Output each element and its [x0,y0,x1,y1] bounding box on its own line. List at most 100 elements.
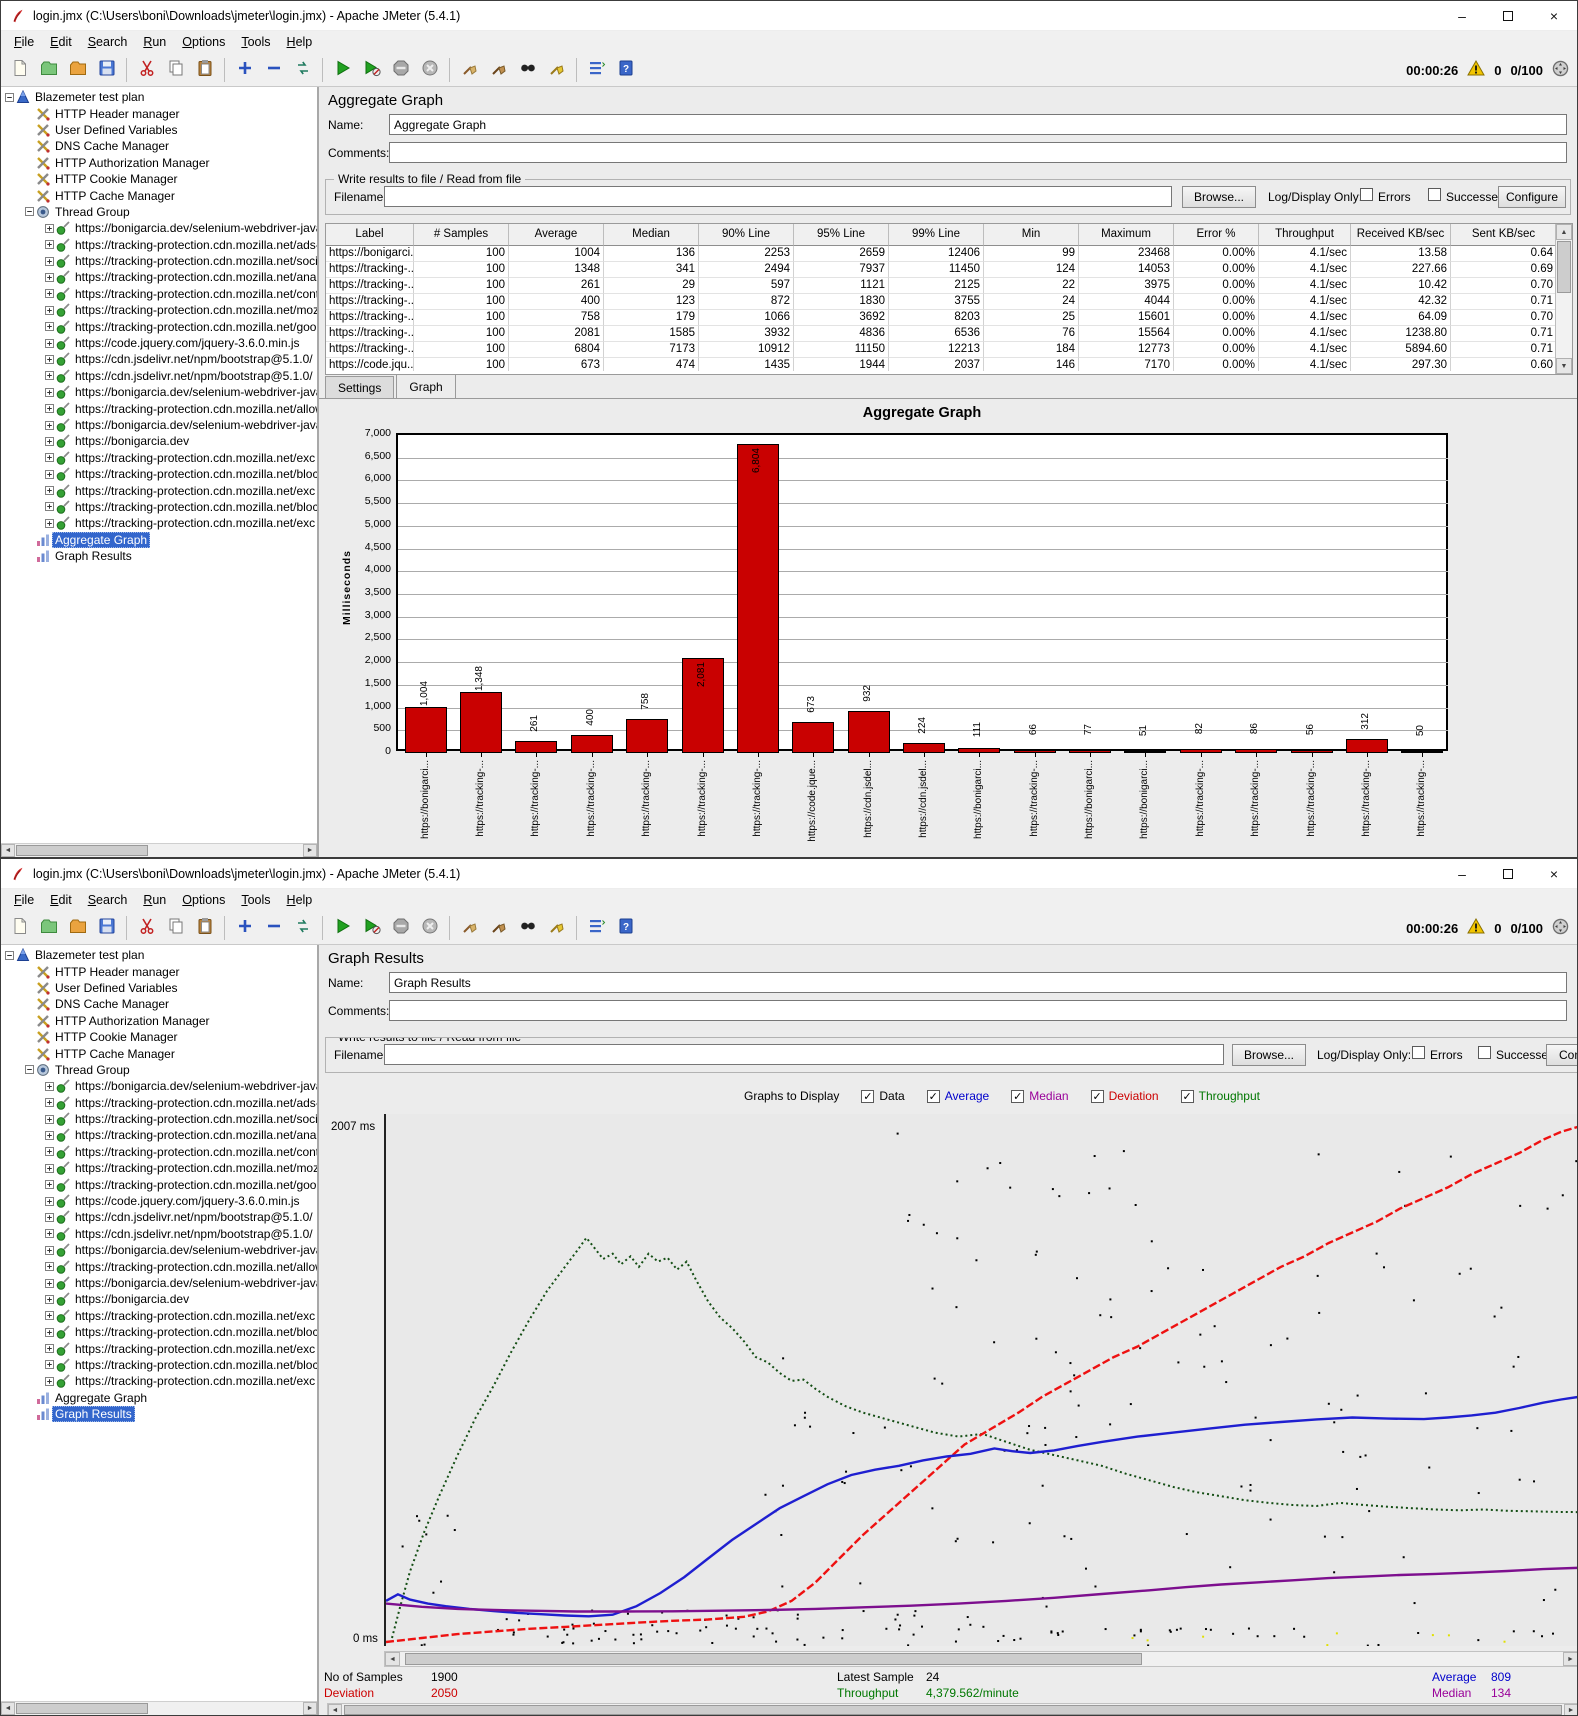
tree-item-sampler-19[interactable]: https://tracking-protection.cdn.mozilla.… [1,515,317,531]
tree-item-sampler-19[interactable]: https://tracking-protection.cdn.mozilla.… [1,1373,317,1389]
scrollbar-thumb[interactable] [16,845,148,856]
expand-icon[interactable] [45,1262,56,1271]
search-reset-button[interactable] [543,915,570,942]
tree-item-sampler-6[interactable]: https://tracking-protection.cdn.mozilla.… [1,1160,317,1176]
function-helper-button[interactable] [583,57,610,84]
tree-item-sampler-17[interactable]: https://tracking-protection.cdn.mozilla.… [1,1340,317,1356]
name-input[interactable] [389,972,1567,993]
copy-button[interactable] [162,57,189,84]
clear-all-button[interactable] [485,915,512,942]
header-cell-95-line[interactable]: 95% Line [794,224,889,246]
tree-item-sampler-4[interactable]: https://tracking-protection.cdn.mozilla.… [1,269,317,285]
table-row[interactable]: https://tracking-...10026129597112121252… [326,278,1572,294]
tree-item-sampler-17[interactable]: https://tracking-protection.cdn.mozilla.… [1,482,317,498]
minimize-button[interactable]: – [1439,1,1485,31]
help-button[interactable]: ? [612,57,639,84]
expand-icon[interactable] [45,404,56,413]
expand-icon[interactable] [45,421,56,430]
tree-item-http-authorization-manager[interactable]: HTTP Authorization Manager [1,155,317,171]
menu-search[interactable]: Search [80,33,136,52]
menu-run[interactable]: Run [135,33,174,52]
titlebar[interactable]: login.jmx (C:\Users\boni\Downloads\jmete… [1,859,1577,889]
expand-icon[interactable] [45,1229,56,1238]
menu-help[interactable]: Help [279,891,321,910]
tree-item-blazemeter-test-plan[interactable]: Blazemeter test plan [1,947,317,963]
stop-button[interactable] [387,57,414,84]
menu-file[interactable]: File [6,891,42,910]
menu-help[interactable]: Help [279,33,321,52]
tree-item-sampler-8[interactable]: https://code.jquery.com/jquery-3.6.0.min… [1,335,317,351]
start-button[interactable] [329,915,356,942]
collapse-icon[interactable] [5,93,16,102]
toggle-button[interactable] [289,57,316,84]
tree-item-sampler-11[interactable]: https://bonigarcia.dev/selenium-webdrive… [1,384,317,400]
save-button[interactable] [93,57,120,84]
tree-item-sampler-1[interactable]: https://bonigarcia.dev/selenium-webdrive… [1,220,317,236]
close-button[interactable]: × [1531,1,1577,31]
expand-all-button[interactable] [231,915,258,942]
collapse-all-button[interactable] [260,915,287,942]
tree-item-sampler-10[interactable]: https://cdn.jsdelivr.net/npm/bootstrap@5… [1,368,317,384]
expand-icon[interactable] [45,486,56,495]
table-row[interactable]: https://tracking-...10020811585393248366… [326,326,1572,342]
browse-button[interactable]: Browse... [1182,186,1256,208]
open-file-button[interactable] [64,915,91,942]
plot-horizontal-scrollbar[interactable]: ◄ ► [384,1651,1577,1667]
tree-item-sampler-18[interactable]: https://tracking-protection.cdn.mozilla.… [1,499,317,515]
scroll-right-icon[interactable]: ► [1564,1704,1577,1715]
maximize-button[interactable] [1485,859,1531,889]
tree-item-sampler-9[interactable]: https://cdn.jsdelivr.net/npm/bootstrap@5… [1,351,317,367]
new-file-button[interactable] [6,915,33,942]
tree-item-sampler-15[interactable]: https://tracking-protection.cdn.mozilla.… [1,1308,317,1324]
table-vertical-scrollbar[interactable]: ▲▼ [1555,224,1572,374]
maximize-button[interactable] [1485,1,1531,31]
collapse-all-button[interactable] [260,57,287,84]
successes-checkbox[interactable] [1428,188,1441,201]
remote-threads-icon[interactable] [1552,918,1569,940]
successes-checkbox[interactable] [1478,1046,1491,1059]
expand-icon[interactable] [45,519,56,528]
tree-item-user-defined-variables[interactable]: User Defined Variables [1,980,317,996]
tree-item-sampler-18[interactable]: https://tracking-protection.cdn.mozilla.… [1,1357,317,1373]
expand-icon[interactable] [45,1197,56,1206]
remote-threads-icon[interactable] [1552,60,1569,82]
scroll-right-icon[interactable]: ► [1563,1652,1577,1666]
table-row[interactable]: https://tracking-...10040012387218303755… [326,294,1572,310]
cut-button[interactable] [133,57,160,84]
start-button[interactable] [329,57,356,84]
header-cell-sent-kb-sec[interactable]: Sent KB/sec [1451,224,1557,246]
tree-item-http-authorization-manager[interactable]: HTTP Authorization Manager [1,1013,317,1029]
scrollbar-thumb[interactable] [16,1703,148,1714]
function-helper-button[interactable] [583,915,610,942]
header-cell-average[interactable]: Average [509,224,604,246]
scrollbar-thumb[interactable] [1557,241,1571,293]
shutdown-button[interactable] [416,57,443,84]
tab-graph[interactable]: Graph [396,374,455,398]
scroll-right-icon[interactable]: ► [303,1702,317,1715]
tree-item-sampler-11[interactable]: https://bonigarcia.dev/selenium-webdrive… [1,1242,317,1258]
menu-tools[interactable]: Tools [233,891,278,910]
tree-item-aggregate-graph[interactable]: Aggregate Graph [1,1390,317,1406]
tree-item-sampler-6[interactable]: https://tracking-protection.cdn.mozilla.… [1,302,317,318]
tree-item-blazemeter-test-plan[interactable]: Blazemeter test plan [1,89,317,105]
tree-item-user-defined-variables[interactable]: User Defined Variables [1,122,317,138]
errors-checkbox[interactable] [1412,1046,1425,1059]
tree-item-dns-cache-manager[interactable]: DNS Cache Manager [1,996,317,1012]
name-input[interactable] [389,114,1567,135]
expand-icon[interactable] [45,1180,56,1189]
start-no-timers-button[interactable] [358,915,385,942]
collapse-icon[interactable] [25,1065,36,1074]
shutdown-button[interactable] [416,915,443,942]
tree-item-sampler-13[interactable]: https://bonigarcia.dev/selenium-webdrive… [1,417,317,433]
copy-button[interactable] [162,915,189,942]
tree-item-http-header-manager[interactable]: HTTP Header manager [1,105,317,121]
expand-icon[interactable] [45,1098,56,1107]
expand-icon[interactable] [45,289,56,298]
tree-item-sampler-5[interactable]: https://tracking-protection.cdn.mozilla.… [1,1144,317,1160]
tree-item-sampler-3[interactable]: https://tracking-protection.cdn.mozilla.… [1,253,317,269]
help-button[interactable]: ? [612,915,639,942]
expand-icon[interactable] [45,502,56,511]
expand-icon[interactable] [45,388,56,397]
scrollbar-thumb[interactable] [344,1705,1562,1715]
tree-item-sampler-16[interactable]: https://tracking-protection.cdn.mozilla.… [1,466,317,482]
